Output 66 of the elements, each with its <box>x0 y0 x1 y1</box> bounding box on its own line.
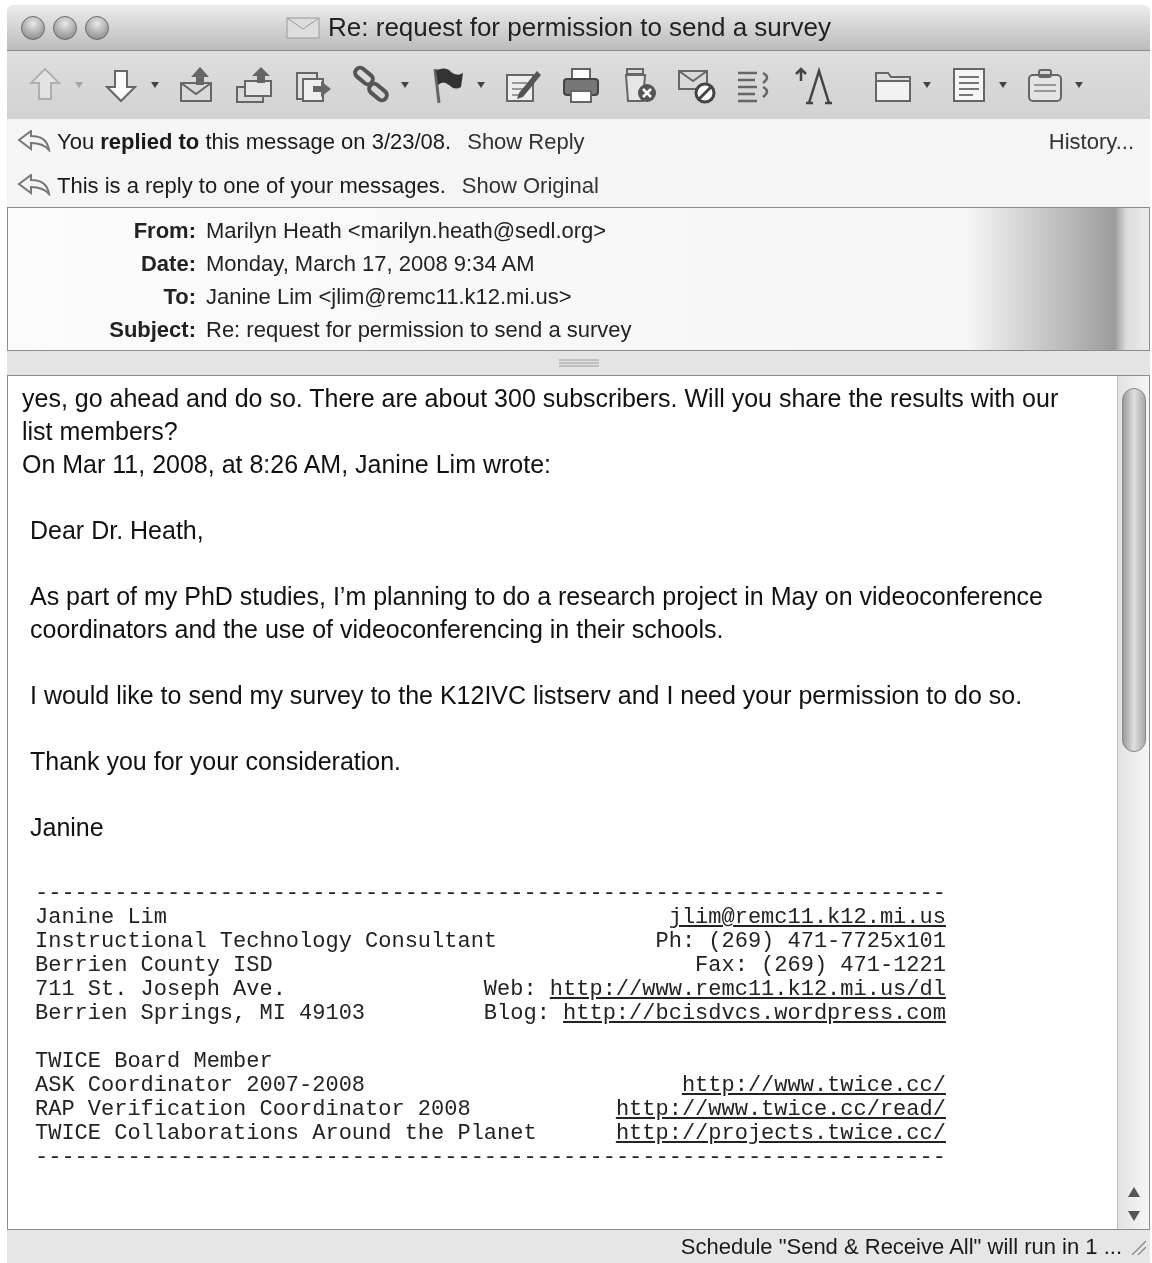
signature-text: RAP Verification Coordinator 2008 <box>35 1098 471 1122</box>
scrollbar[interactable] <box>1117 376 1149 1229</box>
signature-link[interactable]: http://projects.twice.cc/ <box>615 1122 946 1146</box>
caret-icon <box>477 82 485 88</box>
caret-icon <box>923 82 931 88</box>
signature-link[interactable]: http://www.remc11.k12.mi.us/dl <box>549 978 946 1002</box>
quoted-text: As part of my PhD studies, I’m planning to do a research project in May on videoconference coordinators and the use of videoconferencing in their schools. <box>29 581 1045 645</box>
header-value: Marilyn Heath <marilyn.heath@sedl.org> <box>206 217 608 245</box>
quoted-text: Janine <box>29 812 105 843</box>
caret-icon <box>1075 82 1083 88</box>
close-button[interactable] <box>21 16 45 40</box>
history-link[interactable]: History... <box>1048 124 1134 158</box>
message-text: yes, go ahead and do so. There are about 300 subscribers. Will you share the results with our list members? <box>22 383 1060 447</box>
scroll-up-icon[interactable] <box>1127 1187 1140 1197</box>
quoted-text: Thank you for your consideration. <box>29 746 403 777</box>
signature-text: Instructional Technology Consultant <box>35 930 498 954</box>
signature-text: Janine Lim <box>35 906 168 930</box>
signature-text: TWICE Collaborations Around the Planet <box>35 1122 537 1146</box>
font-size-icon <box>793 65 833 105</box>
signature-text: TWICE Board Member <box>35 1050 273 1074</box>
signature-link[interactable]: jlim@remc11.k12.mi.us <box>668 906 946 930</box>
grip-icon <box>558 359 599 367</box>
signature-label: Fax: (269) 471-1221 <box>695 954 946 978</box>
status-text: Schedule "Send & Receive All" will run in 1 ... <box>680 1233 1122 1261</box>
envelope-icon <box>286 16 321 39</box>
signature-rule: --------------------------------------------------------------------- <box>35 1146 946 1170</box>
zoom-button[interactable] <box>85 16 109 40</box>
signature-link[interactable]: http://www.twice.cc/ <box>681 1074 946 1098</box>
header-value: Re: request for permission to send a survey <box>206 316 633 344</box>
signature-text: Berrien County ISD <box>35 954 273 978</box>
caret-icon <box>401 82 409 88</box>
info-text: This is a reply to one of your messages. <box>57 171 446 200</box>
signature-text: ASK Coordinator 2007-2008 <box>35 1074 366 1098</box>
signature-link[interactable]: http://www.twice.cc/read/ <box>615 1098 946 1122</box>
printer-icon <box>561 65 601 105</box>
show-link[interactable]: Show Original <box>461 168 599 202</box>
quoted-text: Dear Dr. Heath, <box>29 515 205 546</box>
signature-text: 711 St. Joseph Ave. <box>35 978 286 1002</box>
window-title: Re: request for permission to send a survey <box>328 11 831 44</box>
caret-icon <box>999 82 1007 88</box>
signature-rule: --------------------------------------------------------------------- <box>35 882 946 906</box>
minimize-button[interactable] <box>53 16 77 40</box>
message-text: On Mar 11, 2008, at 8:26 AM, Janine Lim wrote: <box>22 449 552 480</box>
header-value: Monday, March 17, 2008 9:34 AM <box>206 250 536 278</box>
header-value: Janine Lim <jlim@remc11.k12.mi.us> <box>206 283 573 311</box>
reply-arrow-icon <box>17 174 51 196</box>
header-label: From: <box>132 217 196 245</box>
caret-icon <box>75 82 83 88</box>
header-label: Subject: <box>108 316 196 344</box>
header-label: Date: <box>140 250 196 278</box>
signature-label: Web: <box>483 978 537 1002</box>
info-text: You replied to this message on 3/23/08. <box>57 127 452 156</box>
chain-icon <box>351 65 391 105</box>
show-link[interactable]: Show Reply <box>467 124 585 158</box>
reply-arrow-icon <box>17 130 51 152</box>
signature-text: Berrien Springs, MI 49103 <box>35 1002 366 1026</box>
signature-label: Blog: <box>483 1002 550 1026</box>
header-label: To: <box>162 283 196 311</box>
caret-icon <box>151 82 159 88</box>
envelopes-arrow-icon <box>235 65 275 105</box>
signature-label: Ph: (269) 471-7725x101 <box>655 930 946 954</box>
scroll-down-icon[interactable] <box>1127 1211 1140 1221</box>
signature-link[interactable]: http://bcisdvcs.wordpress.com <box>563 1002 946 1026</box>
quoted-text: I would like to send my survey to the K12IVC listserv and I need your permission to do so. <box>29 680 1024 711</box>
scroll-thumb[interactable] <box>1121 388 1146 752</box>
resize-grip-icon[interactable] <box>1130 1238 1146 1255</box>
